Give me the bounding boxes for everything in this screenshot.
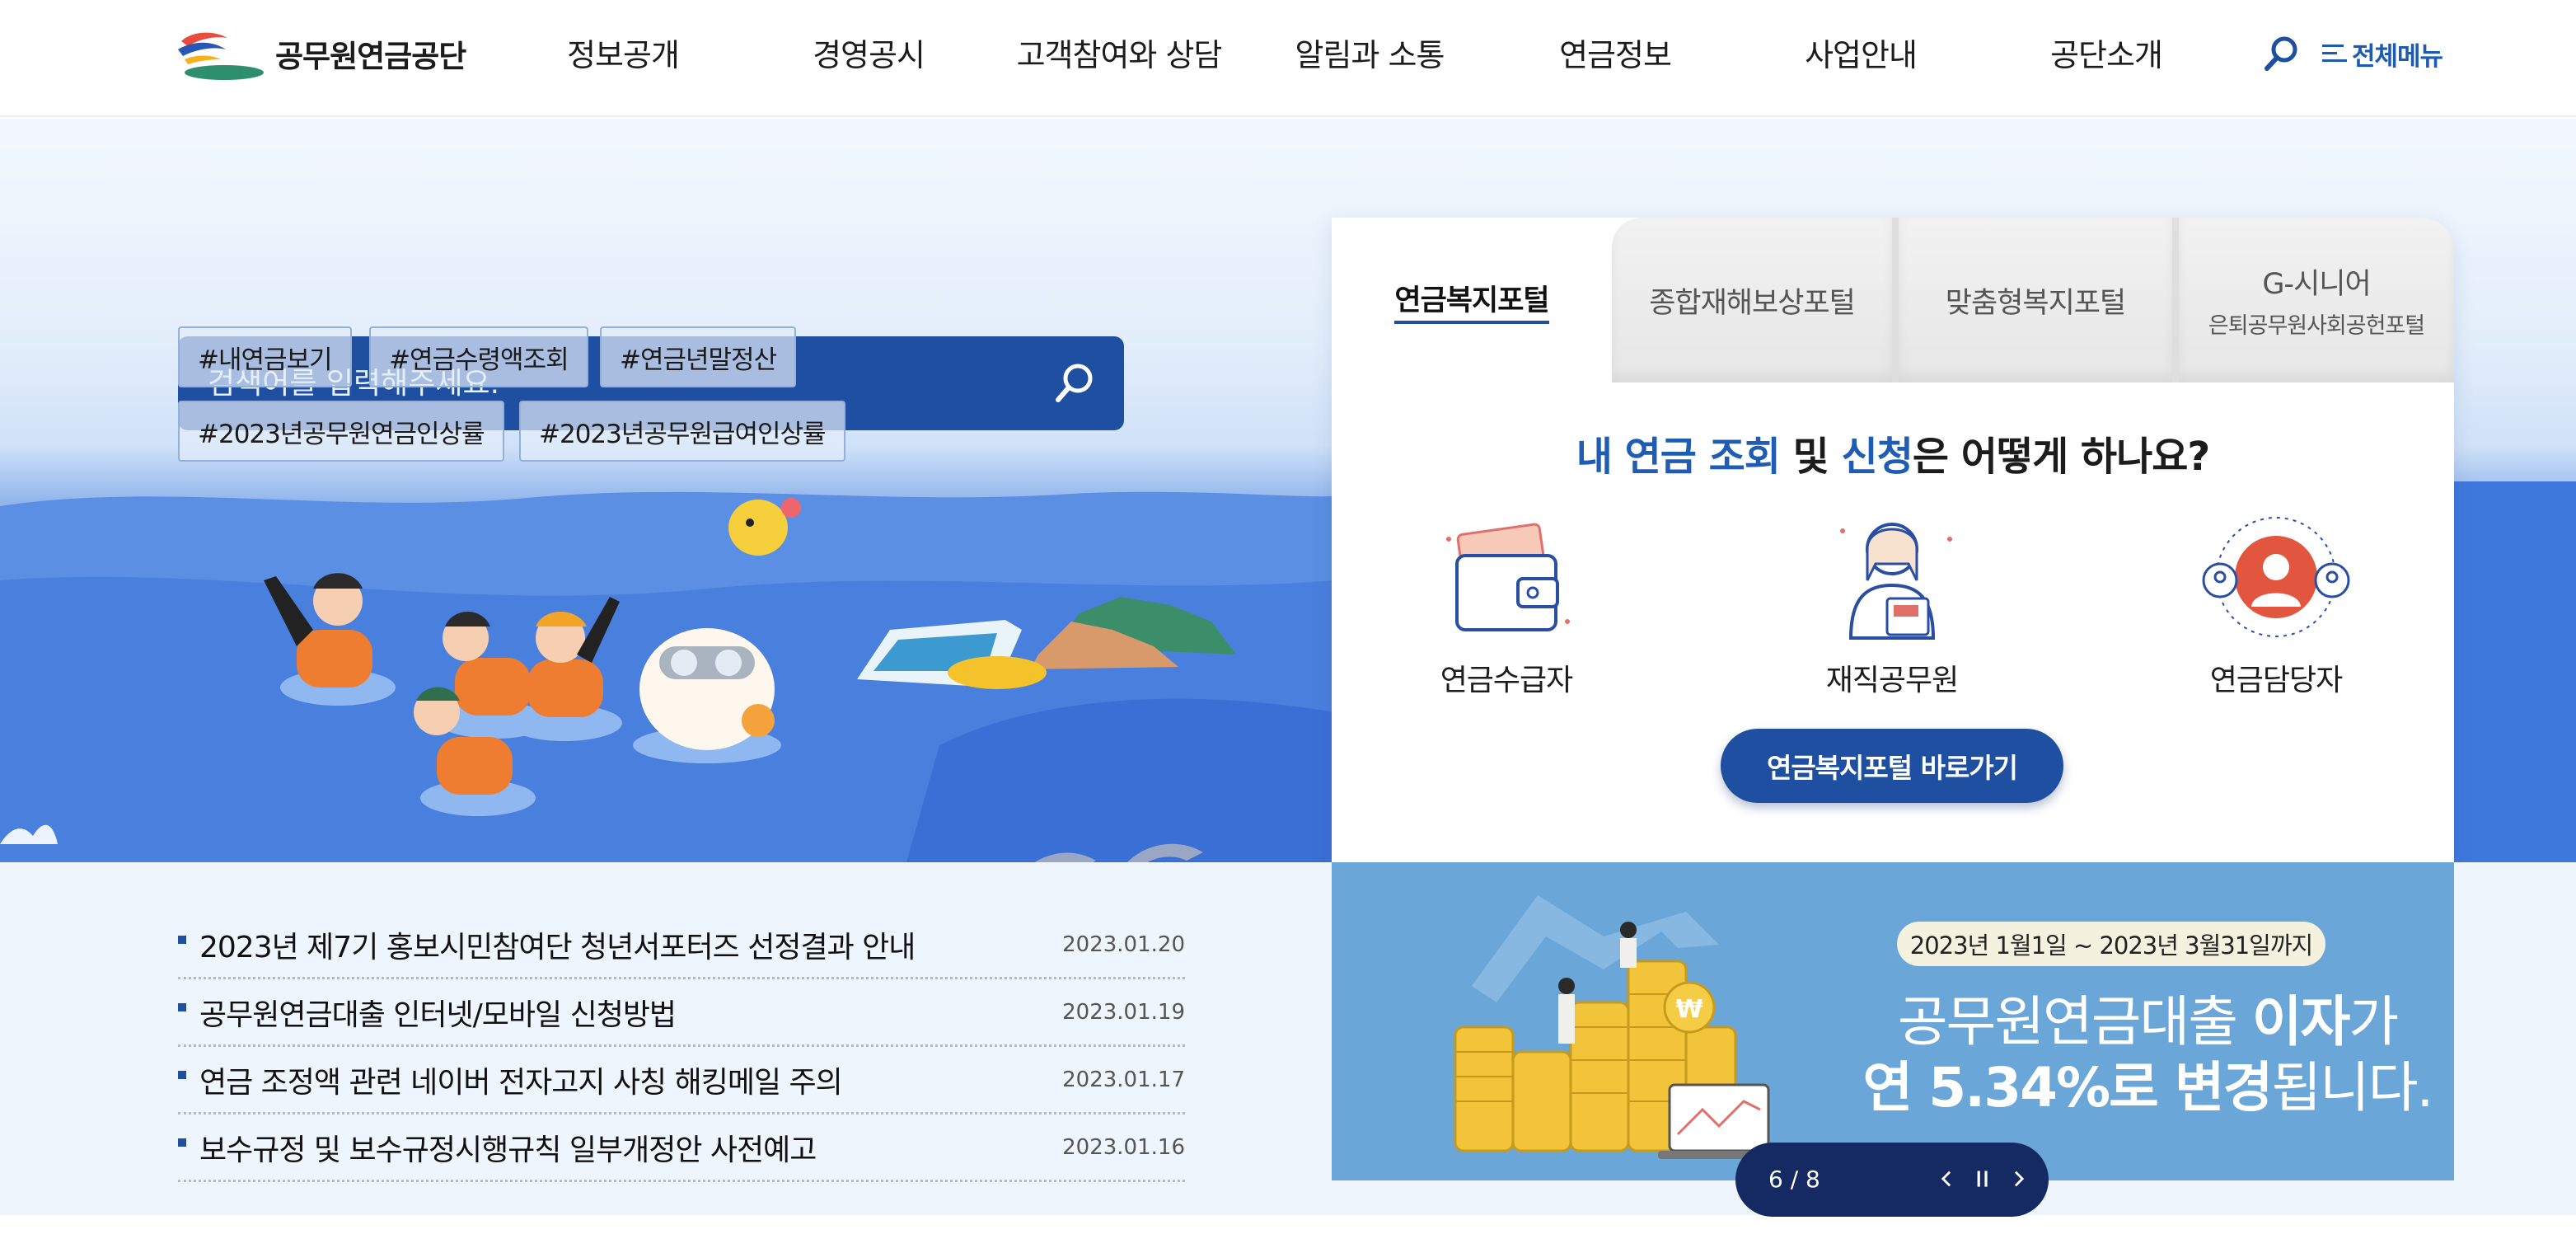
tab-custom-welfare-portal[interactable]: 맞춤형복지포털 — [1892, 218, 2172, 382]
wallet-icon — [1446, 523, 1570, 631]
nav-notice-communication[interactable]: 알림과 소통 — [1295, 30, 1445, 75]
persona-active-employee[interactable]: 재직공무원 — [1810, 506, 1974, 699]
news-date: 2023.01.16 — [1062, 1134, 1185, 1160]
pager-count: 6 / 8 — [1768, 1166, 1820, 1193]
news-item[interactable]: 2023년 제7기 홍보시민참여단 청년서포터즈 선정결과 안내 2023.01… — [178, 912, 1185, 979]
tab-label: 연금복지포털 — [1394, 277, 1550, 324]
hero-illustration — [0, 491, 1335, 862]
news-date: 2023.01.17 — [1062, 1067, 1185, 1092]
search-tag[interactable]: #2023년공무원연금인상률 — [178, 401, 504, 462]
search-icon — [2265, 36, 2297, 71]
search-tag[interactable]: #2023년공무원급여인상률 — [519, 401, 845, 462]
tab-label: 종합재해보상포털 — [1649, 286, 1856, 320]
tab-label: 맞춤형복지포털 — [1945, 286, 2126, 320]
all-menu-label: 전체메뉴 — [2352, 41, 2443, 72]
news-item[interactable]: 보수규정 및 보수규정시행규칙 일부개정안 사전예고 2023.01.16 — [178, 1115, 1185, 1182]
news-item[interactable]: 연금 조정액 관련 네이버 전자고지 사칭 해킹메일 주의 2023.01.17 — [178, 1047, 1185, 1115]
all-menu-button[interactable]: 전체메뉴 — [2322, 35, 2443, 73]
news-title[interactable]: 연금 조정액 관련 네이버 전자고지 사칭 해킹메일 주의 — [199, 1058, 1062, 1101]
nav-info-disclosure[interactable]: 정보공개 — [567, 30, 680, 75]
tab-pension-welfare-portal[interactable]: 연금복지포털 — [1332, 218, 1612, 382]
employee-icon — [1840, 523, 1952, 640]
portal-tabs: 연금복지포털 종합재해보상포털 맞춤형복지포털 G-시니어 은퇴공무원사회공헌포… — [1332, 218, 2454, 382]
search-tag[interactable]: #내연금보기 — [178, 326, 352, 387]
news-title[interactable]: 2023년 제7기 홍보시민참여단 청년서포터즈 선정결과 안내 — [199, 923, 1062, 966]
nav-customer-participation[interactable]: 고객참여와 상담 — [1017, 30, 1223, 75]
site-header: 공무원연금공단 정보공개 경영공시 고객참여와 상담 알림과 소통 연금정보 사… — [0, 0, 2576, 117]
tab-disaster-compensation-portal[interactable]: 종합재해보상포털 — [1612, 218, 1892, 382]
question-highlight: 내 연금 조회 — [1576, 434, 1781, 480]
logo[interactable]: 공무원연금공단 — [176, 25, 466, 82]
pause-button[interactable] — [1966, 1162, 1999, 1195]
coins-illustration: ₩ — [1454, 895, 1780, 1159]
nav-management-disclosure[interactable]: 경영공시 — [813, 30, 925, 75]
prev-button[interactable] — [1930, 1162, 1963, 1195]
news-date: 2023.01.20 — [1062, 932, 1185, 957]
header-search-button[interactable] — [2261, 33, 2302, 74]
nav-business-guide[interactable]: 사업안내 — [1805, 30, 1918, 75]
question-highlight: 신청 — [1841, 434, 1913, 480]
portal-question: 내 연금 조회 및 신청은 어떻게 하나요? — [1576, 434, 2211, 480]
org-name: 공무원연금공단 — [275, 39, 466, 74]
manager-icon — [2202, 517, 2350, 637]
chevron-left-icon — [1941, 1171, 1951, 1187]
persona-label: 연금담당자 — [2209, 664, 2344, 697]
news-date: 2023.01.19 — [1062, 999, 1185, 1025]
nav-pension-info[interactable]: 연금정보 — [1559, 30, 1672, 75]
chevron-right-icon — [2014, 1171, 2025, 1187]
banner-headline-2: 연 5.34%로 변경됩니다. — [1862, 1056, 2434, 1119]
news-item[interactable]: 공무원연금대출 인터넷/모바일 신청방법 2023.01.19 — [178, 979, 1185, 1047]
news-title[interactable]: 공무원연금대출 인터넷/모바일 신청방법 — [199, 991, 1062, 1034]
persona-label: 연금수급자 — [1440, 664, 1574, 697]
search-icon[interactable] — [1050, 359, 1099, 408]
tab-label: G-시니어 — [2262, 268, 2371, 301]
portal-shortcut-button[interactable]: 연금복지포털 바로가기 — [1721, 729, 2063, 803]
next-button[interactable] — [2002, 1162, 2035, 1195]
tab-sublabel: 은퇴공무원사회공헌포털 — [2208, 313, 2425, 339]
promo-banner[interactable]: ₩ 2023년 1월1일 ~ 2023년 3월31일까지 공무원연금대출 이자가… — [1332, 862, 2454, 1180]
persona-pension-recipient[interactable]: 연금수급자 — [1424, 506, 1589, 699]
tab-g-senior-portal[interactable]: G-시니어 은퇴공무원사회공헌포털 — [2172, 218, 2454, 382]
persona-pension-manager[interactable]: 연금담당자 — [2194, 506, 2358, 699]
search-tag[interactable]: #연금년말정산 — [600, 326, 797, 387]
search-tag[interactable]: #연금수령액조회 — [369, 326, 588, 387]
coin-symbol: ₩ — [1675, 995, 1703, 1024]
banner-pager: 6 / 8 — [1735, 1143, 2049, 1217]
banner-period: 2023년 1월1일 ~ 2023년 3월31일까지 — [1897, 922, 2325, 966]
menu-icon — [2322, 43, 2349, 64]
nav-about[interactable]: 공단소개 — [2050, 30, 2163, 75]
pause-icon — [1977, 1171, 1988, 1187]
news-title[interactable]: 보수규정 및 보수규정시행규칙 일부개정안 사전예고 — [199, 1126, 1062, 1169]
portal-panel: 연금복지포털 종합재해보상포털 맞춤형복지포털 G-시니어 은퇴공무원사회공헌포… — [1332, 218, 2454, 862]
logo-icon — [178, 32, 264, 80]
persona-label: 재직공무원 — [1825, 664, 1960, 697]
